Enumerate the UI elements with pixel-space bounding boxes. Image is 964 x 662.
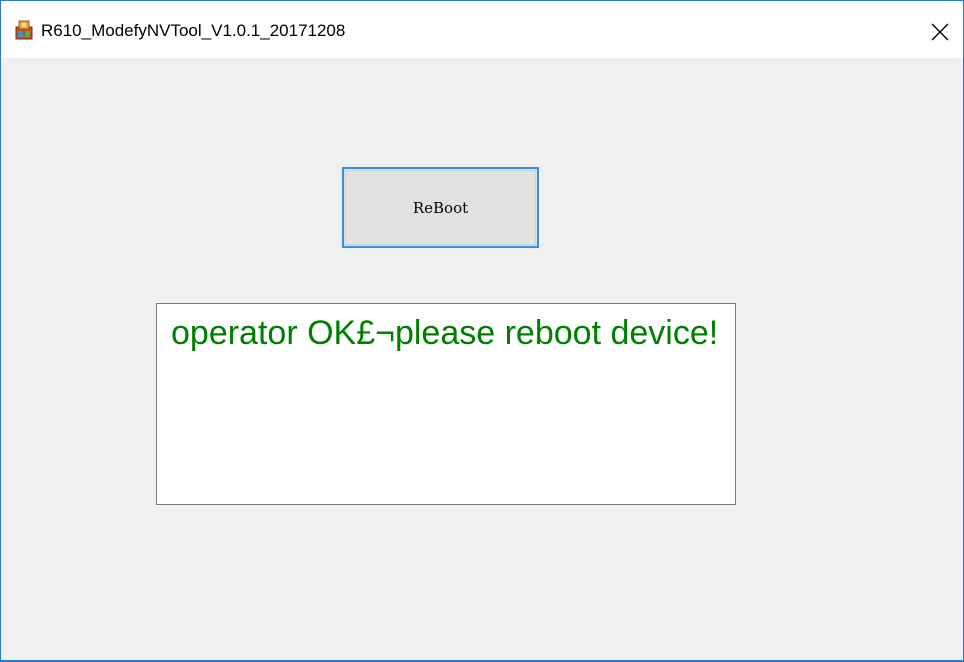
status-text-box: operator OK£¬please reboot device! xyxy=(156,303,736,505)
status-message: operator OK£¬please reboot device! xyxy=(171,314,719,352)
app-icon xyxy=(14,20,34,40)
close-icon xyxy=(931,23,949,41)
reboot-button[interactable]: ReBoot xyxy=(342,167,539,248)
title-bar[interactable]: R610_ModefyNVTool_V1.0.1_20171208 xyxy=(1,1,963,58)
dialog-client-area: ReBoot operator OK£¬please reboot device… xyxy=(1,58,963,660)
app-window: R610_ModefyNVTool_V1.0.1_20171208 ReBoot… xyxy=(0,0,964,662)
close-button[interactable] xyxy=(917,14,963,50)
window-title: R610_ModefyNVTool_V1.0.1_20171208 xyxy=(41,21,346,40)
reboot-button-label: ReBoot xyxy=(412,198,469,217)
